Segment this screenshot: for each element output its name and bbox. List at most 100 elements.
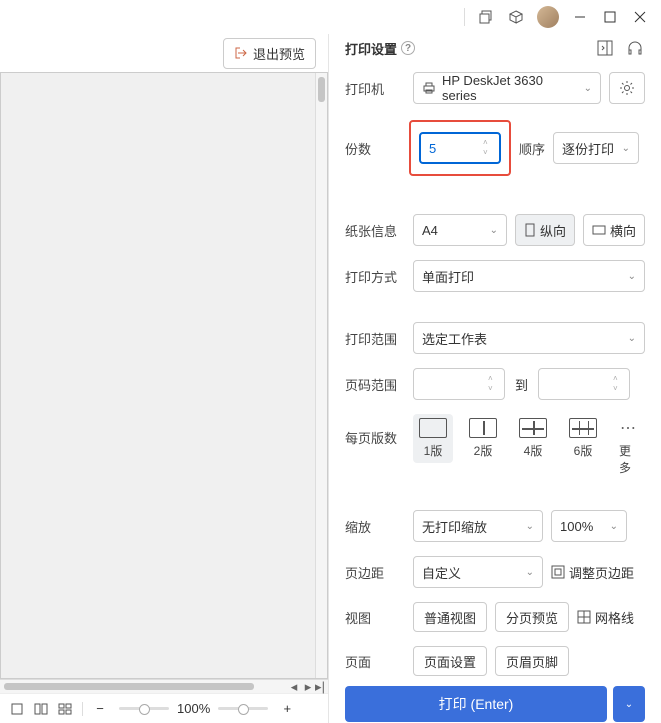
landscape-button[interactable]: 横向 bbox=[583, 214, 645, 246]
zoom-slider-2[interactable] bbox=[218, 707, 268, 710]
window-titlebar bbox=[0, 0, 661, 34]
printer-settings-button[interactable] bbox=[609, 72, 645, 104]
stepper-up-icon[interactable]: ˄ bbox=[483, 139, 495, 147]
page-from-input[interactable]: ˄˅ bbox=[413, 368, 505, 400]
scrollbar-thumb[interactable] bbox=[4, 683, 254, 690]
view-label: 视图 bbox=[345, 608, 405, 627]
collapse-icon[interactable] bbox=[595, 38, 615, 58]
portrait-button[interactable]: 纵向 bbox=[515, 214, 575, 246]
highlight-box: ˄˅ bbox=[409, 120, 511, 176]
margins-icon bbox=[551, 565, 565, 579]
chevron-down-icon: ⌄ bbox=[628, 333, 636, 344]
horizontal-scrollbar[interactable]: ◂ ▸ ▸| bbox=[0, 679, 328, 693]
zoom-slider[interactable] bbox=[119, 707, 169, 710]
normal-view-button[interactable]: 普通视图 bbox=[413, 602, 487, 632]
gridlines-button[interactable]: 网格线 bbox=[577, 608, 634, 627]
copies-input[interactable]: ˄˅ bbox=[419, 132, 501, 164]
chevron-down-icon: ⌄ bbox=[610, 521, 618, 532]
range-label: 打印范围 bbox=[345, 329, 405, 348]
titlebar-divider bbox=[464, 8, 465, 26]
avatar[interactable] bbox=[537, 6, 559, 28]
view-grid-icon[interactable] bbox=[54, 698, 76, 720]
chevron-down-icon: ⌄ bbox=[584, 83, 592, 94]
copies-label: 份数 bbox=[345, 139, 405, 158]
stepper-up-icon[interactable]: ˄ bbox=[613, 375, 625, 383]
duplex-label: 打印方式 bbox=[345, 267, 405, 286]
layout-6up[interactable]: 6版 bbox=[563, 414, 603, 463]
zoom-value: 100% bbox=[177, 701, 210, 716]
panel-title: 打印设置 bbox=[345, 39, 397, 58]
maximize-button[interactable] bbox=[595, 2, 625, 32]
close-button[interactable] bbox=[625, 2, 655, 32]
page-label: 页面 bbox=[345, 652, 405, 671]
printer-value: HP DeskJet 3630 series bbox=[442, 73, 578, 103]
chevron-down-icon: ⌄ bbox=[622, 143, 630, 154]
scroll-left-icon[interactable]: ◂ bbox=[288, 681, 300, 693]
stepper-down-icon[interactable]: ˅ bbox=[613, 385, 625, 393]
preview-canvas[interactable] bbox=[0, 72, 328, 679]
layout-more[interactable]: ⋯更多 bbox=[613, 414, 645, 480]
print-dropdown-button[interactable]: ⌄ bbox=[613, 686, 645, 722]
chevron-down-icon: ⌄ bbox=[628, 271, 636, 282]
page-to-input[interactable]: ˄˅ bbox=[538, 368, 630, 400]
exit-preview-label: 退出预览 bbox=[253, 44, 305, 63]
scroll-right-icon[interactable]: ▸ bbox=[302, 681, 314, 693]
chevron-down-icon: ⌄ bbox=[490, 225, 498, 236]
view-double-icon[interactable] bbox=[30, 698, 52, 720]
paper-size-select[interactable]: A4 ⌄ bbox=[413, 214, 507, 246]
printer-icon bbox=[422, 81, 436, 95]
pages-label: 页码范围 bbox=[345, 375, 405, 394]
range-value: 选定工作表 bbox=[422, 329, 622, 348]
adjust-margins-button[interactable]: 调整页边距 bbox=[551, 563, 634, 582]
zoom-out-button[interactable]: − bbox=[89, 698, 111, 720]
chevron-down-icon: ⌄ bbox=[625, 699, 633, 710]
duplex-value: 单面打印 bbox=[422, 267, 622, 286]
printer-label: 打印机 bbox=[345, 79, 405, 98]
landscape-icon bbox=[592, 224, 606, 236]
pages-to-label: 到 bbox=[515, 375, 528, 394]
chevron-down-icon: ⌄ bbox=[526, 521, 534, 532]
scale-label: 缩放 bbox=[345, 517, 405, 536]
portrait-icon bbox=[524, 223, 536, 237]
grid-icon bbox=[577, 610, 591, 624]
layout-2up[interactable]: 2版 bbox=[463, 414, 503, 463]
copy-icon[interactable] bbox=[471, 2, 501, 32]
stepper-down-icon[interactable]: ˅ bbox=[488, 385, 500, 393]
page-break-view-button[interactable]: 分页预览 bbox=[495, 602, 569, 632]
help-icon[interactable]: ? bbox=[401, 41, 415, 55]
chevron-down-icon: ⌄ bbox=[526, 567, 534, 578]
page-setup-button[interactable]: 页面设置 bbox=[413, 646, 487, 676]
duplex-select[interactable]: 单面打印 ⌄ bbox=[413, 260, 645, 292]
zoom-in-button[interactable]: + bbox=[276, 698, 298, 720]
layout-4up[interactable]: 4版 bbox=[513, 414, 553, 463]
cube-icon[interactable] bbox=[501, 2, 531, 32]
print-range-select[interactable]: 选定工作表 ⌄ bbox=[413, 322, 645, 354]
printer-select[interactable]: HP DeskJet 3630 series ⌄ bbox=[413, 72, 601, 104]
order-label: 顺序 bbox=[519, 139, 545, 158]
gear-icon bbox=[619, 80, 635, 96]
header-footer-button[interactable]: 页眉页脚 bbox=[495, 646, 569, 676]
copies-field[interactable] bbox=[429, 141, 479, 156]
margin-label: 页边距 bbox=[345, 563, 405, 582]
minimize-button[interactable] bbox=[565, 2, 595, 32]
print-preview-pane: 退出预览 ◂ ▸ ▸| − 100% + bbox=[0, 34, 329, 723]
headphones-icon[interactable] bbox=[625, 38, 645, 58]
layout-label: 每页版数 bbox=[345, 414, 405, 447]
scroll-end-icon[interactable]: ▸| bbox=[314, 681, 326, 693]
stepper-up-icon[interactable]: ˄ bbox=[488, 375, 500, 383]
paper-label: 纸张信息 bbox=[345, 221, 405, 240]
layout-1up[interactable]: 1版 bbox=[413, 414, 453, 463]
exit-icon bbox=[234, 46, 248, 60]
preview-statusbar: − 100% + bbox=[0, 693, 328, 723]
scale-select[interactable]: 无打印缩放 ⌄ bbox=[413, 510, 543, 542]
paper-value: A4 bbox=[422, 223, 484, 238]
stepper-down-icon[interactable]: ˅ bbox=[483, 149, 495, 157]
margin-select[interactable]: 自定义 ⌄ bbox=[413, 556, 543, 588]
scale-percent-select[interactable]: 100% ⌄ bbox=[551, 510, 627, 542]
collate-value: 逐份打印 bbox=[562, 139, 616, 158]
print-button[interactable]: 打印 (Enter) bbox=[345, 686, 607, 722]
collate-select[interactable]: 逐份打印 ⌄ bbox=[553, 132, 639, 164]
view-single-icon[interactable] bbox=[6, 698, 28, 720]
print-settings-panel: 打印设置 ? 打印机 HP DeskJet 3630 series ⌄ 份数 bbox=[329, 34, 661, 723]
exit-preview-button[interactable]: 退出预览 bbox=[223, 38, 316, 69]
